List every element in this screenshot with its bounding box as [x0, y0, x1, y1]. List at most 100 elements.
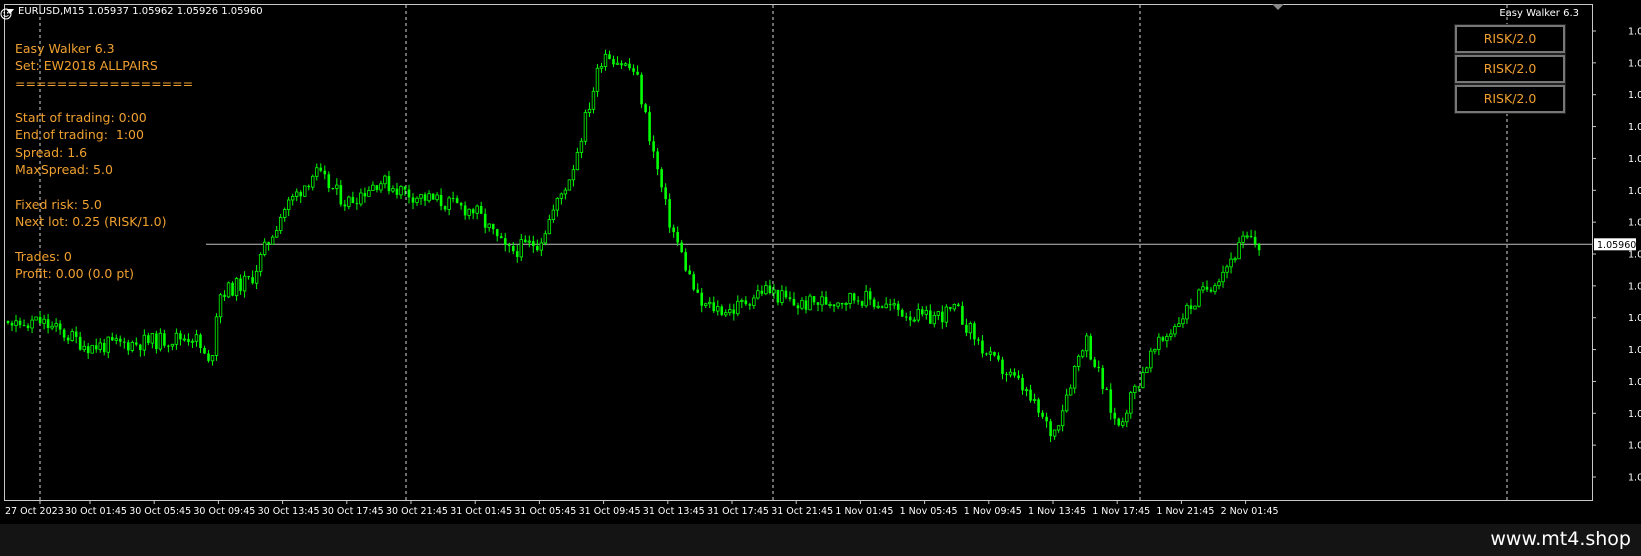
candle-body-bull — [968, 322, 973, 334]
candle-body-bear — [997, 355, 1000, 360]
candle-body-bear — [1161, 337, 1165, 341]
candle-body-bear — [38, 316, 42, 324]
candle-body-bear — [860, 301, 864, 306]
candle-body-bear — [203, 347, 206, 354]
candle-body-bull — [1225, 266, 1229, 273]
candle-body-bull — [1008, 371, 1013, 376]
info-line: Trades: 0 — [15, 248, 72, 264]
candle-body-bull — [1056, 425, 1061, 431]
candle-body-bear — [1257, 243, 1261, 251]
candle-body-bull — [519, 239, 523, 258]
candle-body-bull — [567, 179, 572, 191]
candle-body-bull — [258, 254, 263, 272]
candle-body-bull — [539, 242, 544, 251]
candle-body-bull — [752, 297, 756, 307]
candle-body-bear — [692, 274, 696, 290]
x-tick-label: 30 Oct 21:45 — [386, 506, 448, 517]
candle-body-bear — [6, 321, 10, 323]
candle-body-bull — [575, 152, 580, 171]
candle-body-bear — [1017, 375, 1020, 378]
candle-body-bear — [363, 193, 367, 197]
candle-body-bull — [924, 310, 928, 315]
candle-body-bull — [1084, 335, 1089, 352]
candle-body-bull — [383, 175, 387, 185]
candle-body-bull — [291, 196, 295, 201]
candle-body-bear — [784, 290, 788, 298]
y-tick-label: 1.05235 — [1628, 441, 1641, 452]
candle-body-bear — [644, 104, 647, 113]
candle-body-bear — [536, 246, 539, 251]
candle-body-bear — [351, 197, 355, 204]
candle-body-bear — [471, 209, 475, 214]
risk-button-3[interactable]: RISK/2.0 — [1454, 84, 1566, 114]
candle-body-bear — [904, 316, 908, 318]
candle-body-bull — [210, 355, 215, 362]
candle-body-bear — [127, 342, 130, 351]
candle-body-bear — [908, 316, 912, 321]
candle-body-bull — [30, 319, 34, 329]
candle-body-bear — [167, 345, 170, 347]
candle-body-bull — [1213, 285, 1217, 292]
candle-body-bull — [876, 305, 880, 308]
candle-body-bull — [764, 285, 768, 295]
candle-body-bull — [800, 300, 804, 309]
candle-body-bear — [22, 325, 26, 327]
candle-body-bull — [936, 311, 941, 316]
candle-body-bull — [1080, 350, 1085, 357]
candle-body-bull — [704, 303, 708, 307]
candle-body-bull — [932, 314, 937, 325]
candle-body-bull — [190, 340, 195, 343]
x-tick-label: 1 Nov 13:45 — [1028, 506, 1086, 517]
x-tick-label: 27 Oct 2023 — [5, 506, 64, 517]
candle-body-bear — [327, 174, 331, 189]
candle-body-bear — [981, 340, 984, 354]
candle-body-bull — [226, 282, 231, 298]
candle-body-bear — [1089, 335, 1092, 360]
candle-body-bull — [42, 318, 46, 324]
candle-body-bear — [155, 333, 158, 350]
info-line — [15, 178, 193, 195]
candle-body-bull — [543, 233, 548, 244]
candle-body-bear — [443, 206, 447, 210]
candle-body-bear — [788, 297, 792, 299]
candle-body-bear — [812, 296, 816, 303]
candle-body-bear — [832, 304, 836, 307]
risk-button-1[interactable]: RISK/2.0 — [1454, 24, 1566, 54]
candle-body-bear — [515, 251, 519, 257]
candle-body-bull — [1181, 318, 1185, 325]
candle-body-bear — [299, 191, 303, 197]
candle-body-bull — [359, 192, 363, 205]
current-price-label: 1.05960 — [1597, 240, 1636, 251]
candle-body-bull — [579, 140, 584, 153]
candle-body-bull — [50, 325, 54, 329]
candle-body-bull — [1052, 429, 1057, 437]
candle-body-bear — [648, 112, 651, 142]
candle-body-bear — [523, 239, 527, 243]
risk-button-2[interactable]: RISK/2.0 — [1454, 54, 1566, 84]
candle-body-bear — [1105, 388, 1109, 390]
candle-body-bull — [82, 345, 86, 351]
candle-body-bull — [587, 108, 592, 113]
candle-body-bear — [267, 242, 270, 245]
candle-body-bull — [583, 112, 588, 142]
candle-body-bear — [403, 186, 407, 190]
smiley-icon[interactable] — [0, 8, 12, 20]
chart-window[interactable]: 1.06730 1.06615 1.06500 1.06385 1.06270 1.061… — [0, 0, 1641, 524]
candle-body-bear — [1005, 373, 1008, 375]
candle-body-bear — [920, 309, 924, 315]
chart-shift-marker[interactable] — [1272, 4, 1284, 10]
info-line: ================= — [15, 75, 194, 91]
candle-body-bull — [571, 169, 576, 181]
candle-body-bear — [1097, 366, 1101, 368]
info-line — [15, 92, 193, 109]
candle-body-bull — [1165, 335, 1169, 342]
candle-body-bull — [347, 196, 351, 207]
candle-body-bear — [102, 342, 106, 353]
x-tick-label: 30 Oct 01:45 — [65, 506, 127, 517]
candle-body-bear — [247, 276, 250, 278]
candle-body-bear — [993, 351, 996, 356]
candle-body-bull — [1060, 410, 1065, 427]
candle-body-bear — [656, 151, 659, 170]
candle-body-bear — [163, 333, 166, 346]
candle-body-bull — [1197, 289, 1201, 307]
